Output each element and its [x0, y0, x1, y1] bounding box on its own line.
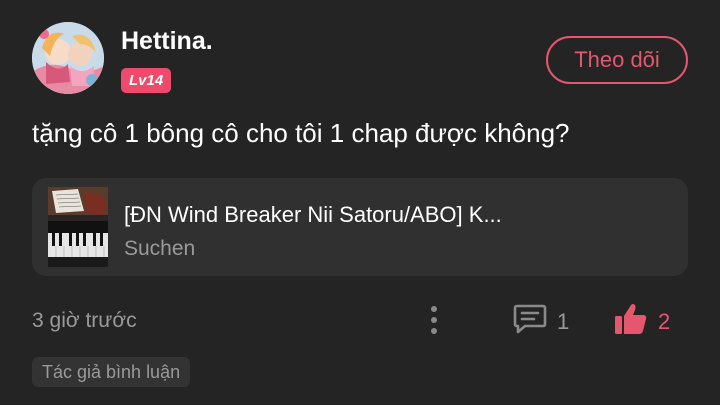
username[interactable]: Hettina. [121, 27, 213, 56]
timestamp: 3 giờ trước [32, 309, 137, 332]
story-cover [48, 187, 108, 267]
story-card[interactable]: [ĐN Wind Breaker Nii Satoru/ABO] K... Su… [32, 178, 688, 276]
follow-button[interactable]: Theo dõi [546, 36, 688, 84]
story-author: Suchen [124, 237, 196, 260]
comment-item: Hettina. Lv14 Theo dõi tặng cô 1 bông cô… [0, 0, 720, 405]
thumbs-up-icon[interactable] [613, 302, 649, 336]
avatar[interactable] [32, 22, 104, 94]
comment-icon[interactable] [512, 302, 548, 336]
reply-count: 1 [557, 309, 570, 334]
like-count: 2 [658, 309, 671, 334]
author-tag: Tác giả bình luận [32, 357, 191, 387]
more-vertical-icon[interactable] [420, 302, 448, 338]
avatar-image [32, 22, 104, 94]
level-badge: Lv14 [121, 68, 172, 93]
comment-text: tặng cô 1 bông cô cho tôi 1 chap được kh… [32, 118, 570, 148]
piano-cover-image [48, 187, 108, 267]
story-title: [ĐN Wind Breaker Nii Satoru/ABO] K... [124, 202, 502, 227]
